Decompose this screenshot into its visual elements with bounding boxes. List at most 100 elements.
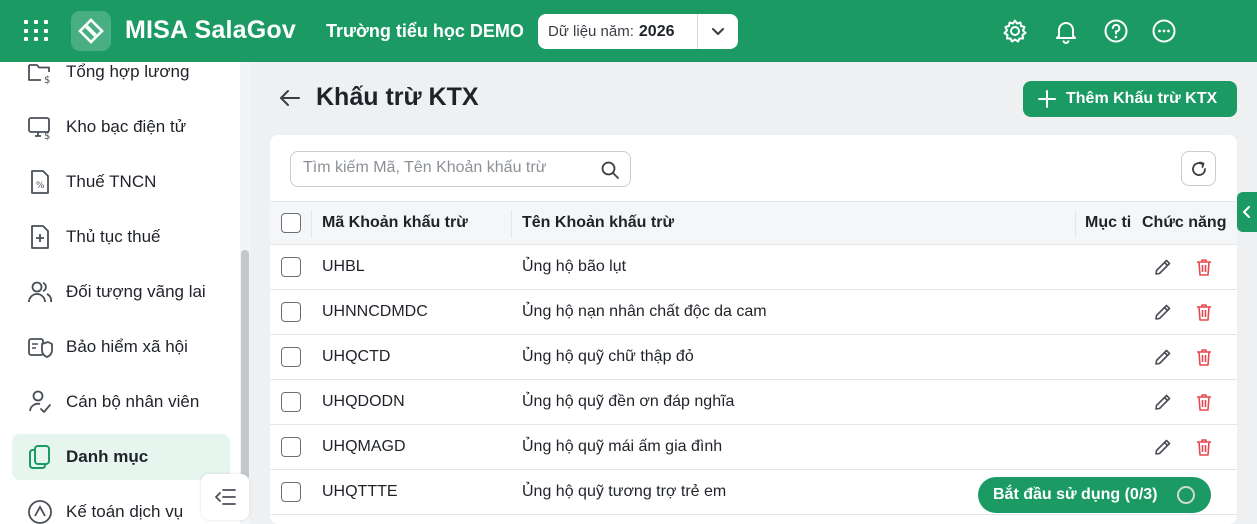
folder-money-icon: $ bbox=[26, 62, 54, 86]
year-select[interactable]: Dữ liệu năm: 2026 bbox=[538, 14, 738, 49]
table-row[interactable]: UHQDODN Ủng hộ quỹ đền ơn đáp nghĩa bbox=[270, 380, 1237, 425]
sidebar-item-doi-tuong-vang-lai[interactable]: Đối tượng vãng lai bbox=[12, 269, 230, 315]
back-arrow-icon[interactable] bbox=[278, 86, 302, 110]
delete-icon[interactable] bbox=[1194, 257, 1214, 277]
users-icon bbox=[26, 278, 54, 306]
sidebar-item-kho-bac-dien-tu[interactable]: $ Kho bạc điện tử bbox=[12, 104, 230, 150]
sidebar-item-label: Thuế TNCN bbox=[66, 172, 157, 191]
sidebar-item-can-bo-nhan-vien[interactable]: Cán bộ nhân viên bbox=[12, 379, 230, 425]
misa-logo-icon bbox=[71, 11, 111, 51]
row-name: Ủng hộ nạn nhân chất độc da cam bbox=[522, 303, 767, 320]
search-input[interactable] bbox=[303, 159, 593, 177]
row-code: UHNNCDMDC bbox=[322, 303, 428, 320]
sidebar-item-thue-tncn[interactable]: % Thuế TNCN bbox=[12, 159, 230, 205]
year-label: Dữ liệu năm: bbox=[548, 23, 634, 40]
edit-icon[interactable] bbox=[1153, 437, 1173, 457]
row-code: UHQTTTE bbox=[322, 483, 398, 500]
svg-text:$: $ bbox=[44, 75, 50, 86]
sidebar-item-label: Đối tượng vãng lai bbox=[66, 282, 206, 301]
table-row[interactable]: UHBL Ủng hộ bão lụt bbox=[270, 245, 1237, 290]
catalog-icon bbox=[26, 443, 54, 471]
bell-icon[interactable] bbox=[1052, 17, 1080, 45]
row-code: UHQCTD bbox=[322, 348, 391, 365]
page-title: Khấu trừ KTX bbox=[316, 83, 479, 111]
row-checkbox[interactable] bbox=[281, 392, 301, 412]
school-name: Trường tiểu học DEMO bbox=[326, 21, 524, 41]
row-name: Ủng hộ quỹ đền ơn đáp nghĩa bbox=[522, 393, 735, 410]
add-deduction-button[interactable]: Thêm Khấu trừ KTX bbox=[1023, 81, 1237, 117]
delete-icon[interactable] bbox=[1194, 437, 1214, 457]
column-divider bbox=[511, 210, 512, 238]
expand-panel-button[interactable] bbox=[1237, 192, 1257, 232]
chevron-down-icon[interactable] bbox=[709, 22, 727, 45]
delete-icon[interactable] bbox=[1194, 302, 1214, 322]
sidebar: $ Tổng hợp lương $ Kho bạc điện tử % Thu… bbox=[0, 62, 250, 524]
document-plus-icon bbox=[26, 223, 54, 251]
edit-icon[interactable] bbox=[1153, 257, 1173, 277]
search-icon[interactable] bbox=[600, 160, 620, 180]
column-header-code[interactable]: Mã Khoản khấu trừ bbox=[322, 214, 468, 232]
table-row[interactable]: UHNNCDMDC Ủng hộ nạn nhân chất độc da ca… bbox=[270, 290, 1237, 335]
app-grid-icon[interactable] bbox=[22, 18, 48, 44]
sidebar-item-label: Kho bạc điện tử bbox=[66, 117, 187, 136]
row-checkbox[interactable] bbox=[281, 257, 301, 277]
row-checkbox[interactable] bbox=[281, 302, 301, 322]
edit-icon[interactable] bbox=[1153, 392, 1173, 412]
year-divider bbox=[697, 14, 698, 49]
edit-icon[interactable] bbox=[1153, 347, 1173, 367]
refresh-button[interactable] bbox=[1181, 151, 1216, 186]
delete-icon[interactable] bbox=[1194, 347, 1214, 367]
content-card: Mã Khoản khấu trừ Tên Khoản khấu trừ Mục… bbox=[270, 135, 1237, 524]
row-checkbox[interactable] bbox=[281, 347, 301, 367]
table-row[interactable]: UHQCTD Ủng hộ quỹ chữ thập đỏ bbox=[270, 335, 1237, 380]
sidebar-scrollbar-thumb[interactable] bbox=[241, 250, 249, 480]
column-divider bbox=[311, 210, 312, 238]
column-header-muc[interactable]: Mục ti bbox=[1085, 214, 1135, 232]
edit-icon[interactable] bbox=[1153, 302, 1173, 322]
more-icon[interactable] bbox=[1150, 17, 1178, 45]
onboarding-start-button[interactable]: Bắt đầu sử dụng (0/3) bbox=[978, 477, 1211, 513]
sidebar-item-thu-tuc-thue[interactable]: Thủ tục thuế bbox=[12, 214, 230, 260]
sidebar-item-bao-hiem-xa-hoi[interactable]: Bảo hiểm xã hội bbox=[12, 324, 230, 370]
sidebar-item-danh-muc[interactable]: Danh mục bbox=[12, 434, 230, 480]
tax-document-icon: % bbox=[26, 168, 54, 196]
monitor-money-icon: $ bbox=[26, 113, 54, 142]
row-code: UHBL bbox=[322, 258, 365, 275]
year-value: 2026 bbox=[638, 22, 675, 40]
sidebar-item-label: Tổng hợp lương bbox=[66, 62, 190, 81]
sidebar-item-ke-toan-dich-vu[interactable]: Kế toán dịch vụ bbox=[12, 489, 230, 524]
onboarding-label: Bắt đầu sử dụng (0/3) bbox=[993, 486, 1158, 503]
sidebar-item-label: Danh mục bbox=[66, 447, 149, 466]
sidebar-item-label: Cán bộ nhân viên bbox=[66, 392, 200, 411]
add-button-label: Thêm Khấu trừ KTX bbox=[1066, 90, 1218, 107]
row-name: Ủng hộ quỹ mái ấm gia đình bbox=[522, 438, 723, 455]
user-check-icon bbox=[26, 388, 54, 416]
row-code: UHQMAGD bbox=[322, 438, 406, 455]
accounting-icon bbox=[26, 498, 54, 524]
svg-text:$: $ bbox=[44, 131, 50, 141]
collapse-sidebar-button[interactable] bbox=[201, 474, 249, 520]
help-icon[interactable] bbox=[1102, 17, 1130, 45]
chevron-left-icon bbox=[1243, 206, 1250, 218]
table-row[interactable]: UHQMAGD Ủng hộ quỹ mái ấm gia đình bbox=[270, 425, 1237, 470]
app-name: MISA SalaGov bbox=[125, 16, 296, 44]
table-header: Mã Khoản khấu trừ Tên Khoản khấu trừ Mục… bbox=[270, 201, 1237, 245]
select-all-checkbox[interactable] bbox=[281, 213, 301, 233]
row-checkbox[interactable] bbox=[281, 482, 301, 502]
search-box bbox=[290, 151, 631, 187]
sidebar-item-tong-hop-luong[interactable]: $ Tổng hợp lương bbox=[12, 62, 230, 95]
progress-circle-icon bbox=[1177, 486, 1195, 504]
sidebar-item-label: Bảo hiểm xã hội bbox=[66, 337, 188, 356]
row-name: Ủng hộ quỹ chữ thập đỏ bbox=[522, 348, 694, 365]
row-name: Ủng hộ bão lụt bbox=[522, 258, 627, 275]
column-header-name[interactable]: Tên Khoản khấu trừ bbox=[522, 214, 674, 232]
row-checkbox[interactable] bbox=[281, 437, 301, 457]
sidebar-item-label: Thủ tục thuế bbox=[66, 227, 161, 246]
collapse-icon bbox=[215, 489, 236, 505]
column-divider bbox=[1075, 210, 1076, 238]
gear-icon[interactable] bbox=[1001, 17, 1029, 45]
sidebar-item-label: Kế toán dịch vụ bbox=[66, 502, 184, 521]
row-name: Ủng hộ quỹ tương trợ trẻ em bbox=[522, 483, 727, 500]
delete-icon[interactable] bbox=[1194, 392, 1214, 412]
top-header: MISA SalaGov Trường tiểu học DEMO Dữ liệ… bbox=[0, 0, 1257, 62]
